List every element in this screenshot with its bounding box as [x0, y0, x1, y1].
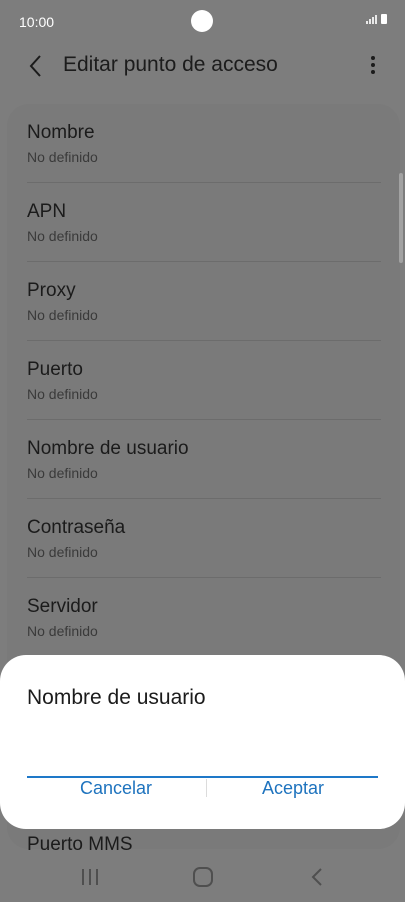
battery-icon	[381, 14, 387, 24]
username-dialog: Nombre de usuario Cancelar Aceptar	[0, 655, 405, 829]
setting-contrasena[interactable]: Contraseña No definido	[27, 499, 381, 578]
setting-title: Nombre de usuario	[27, 438, 189, 459]
signal-icon	[366, 14, 377, 24]
status-bar: 10:00	[0, 0, 405, 44]
setting-proxy[interactable]: Proxy No definido	[27, 262, 381, 341]
setting-title: Proxy	[27, 280, 76, 301]
setting-puerto[interactable]: Puerto No definido	[27, 341, 381, 420]
setting-apn[interactable]: APN No definido	[27, 183, 381, 262]
status-icons	[366, 14, 387, 24]
back-button[interactable]	[22, 50, 50, 82]
recents-icon	[82, 869, 98, 885]
home-icon	[193, 867, 213, 887]
setting-value: No definido	[27, 307, 98, 323]
recents-button[interactable]	[70, 862, 110, 892]
status-time: 10:00	[19, 14, 55, 30]
setting-value: No definido	[27, 149, 98, 165]
setting-title: Servidor	[27, 596, 98, 617]
back-arrow-icon	[29, 55, 41, 77]
setting-value: No definido	[27, 623, 98, 639]
accept-button[interactable]: Aceptar	[213, 761, 373, 813]
setting-value: No definido	[27, 386, 98, 402]
navigation-bar	[0, 852, 405, 902]
setting-value: No definido	[27, 465, 98, 481]
button-separator	[206, 779, 207, 797]
phone-screen: 10:00 Editar punto de acceso Nombre No d…	[0, 0, 405, 902]
dialog-title: Nombre de usuario	[27, 686, 206, 709]
setting-title: APN	[27, 201, 67, 222]
page-title: Editar punto de acceso	[63, 53, 278, 76]
setting-nombre-de-usuario[interactable]: Nombre de usuario No definido	[27, 420, 381, 499]
more-vertical-icon	[371, 56, 375, 74]
setting-title: Puerto	[27, 359, 83, 380]
nav-back-button[interactable]	[297, 862, 337, 892]
front-camera	[191, 10, 213, 32]
cancel-button[interactable]: Cancelar	[36, 761, 196, 813]
setting-value: No definido	[27, 228, 98, 244]
nav-back-icon	[311, 868, 322, 886]
setting-servidor[interactable]: Servidor No definido	[27, 578, 381, 657]
setting-title: Contraseña	[27, 517, 126, 538]
home-button[interactable]	[183, 862, 223, 892]
more-options-button[interactable]	[363, 52, 383, 80]
scrollbar[interactable]	[399, 173, 403, 263]
setting-title: Nombre	[27, 122, 95, 143]
app-bar: Editar punto de acceso	[0, 44, 405, 88]
setting-value: No definido	[27, 544, 98, 560]
setting-nombre[interactable]: Nombre No definido	[27, 104, 381, 183]
